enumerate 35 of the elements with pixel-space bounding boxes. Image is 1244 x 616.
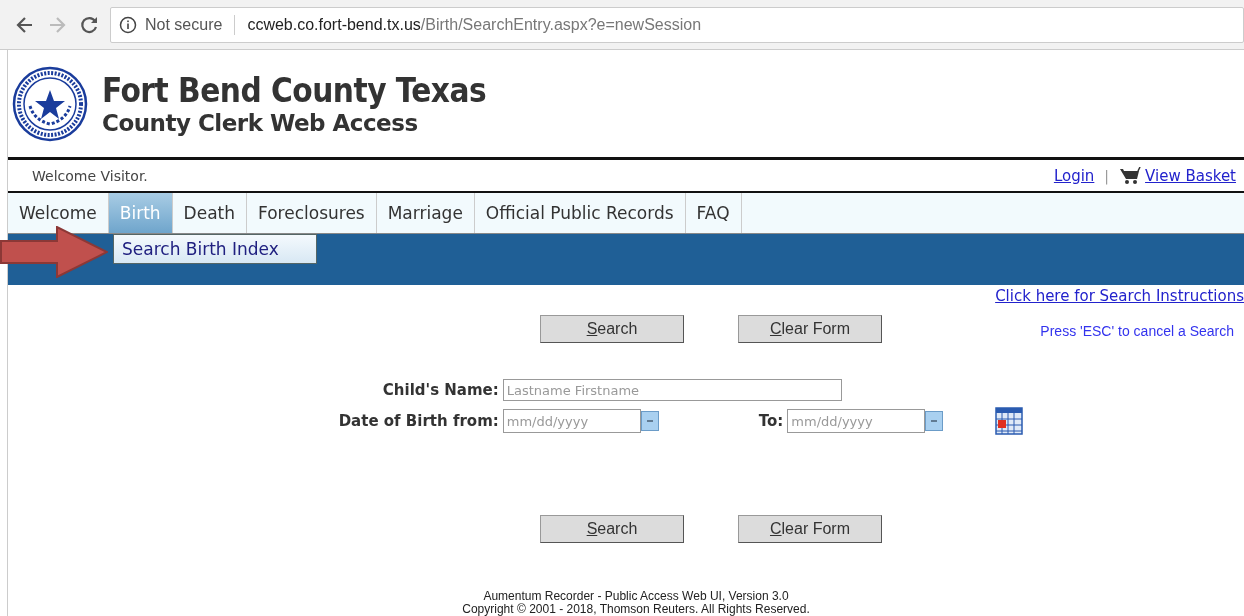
footer-text: Aumentum Recorder - Public Access Web UI, Version 3.0: [482, 590, 790, 603]
clear-form-button[interactable]: Clear Form: [738, 315, 882, 343]
login-link[interactable]: Login: [1053, 166, 1095, 185]
clear-form-button[interactable]: Clear Form: [738, 515, 882, 543]
nav-tab[interactable]: Official Public Records: [474, 193, 686, 233]
date-from-field[interactable]: mm/dd/yyyy: [502, 409, 641, 433]
dob-to-label: To:: [758, 412, 784, 430]
dropdown-icon[interactable]: [925, 411, 944, 431]
address-bar[interactable]: Not secure ccweb.co.fort-bend.tx.us/Birth/SearchEntry.aspx?e=newSession: [110, 6, 1244, 43]
url-text[interactable]: ccweb.co.fort-bend.tx.us/Birth/SearchEntry.aspx?e=newSession: [247, 15, 702, 34]
county-seal-icon: [12, 65, 88, 142]
search-button[interactable]: Search: [540, 315, 684, 343]
info-icon[interactable]: [119, 15, 137, 34]
dob-from-label: Date of Birth from:: [338, 412, 499, 430]
dropdown-icon[interactable]: [640, 411, 659, 431]
separator-text: |: [1104, 167, 1110, 184]
esc-hint: Press 'ESC' to cancel a Search: [1040, 323, 1235, 339]
nav-tab[interactable]: Marriage: [376, 193, 475, 233]
cart-icon: [1119, 166, 1142, 185]
dropdown-menu-item[interactable]: Search Birth Index: [113, 234, 317, 264]
child-name-field[interactable]: Lastname Firstname: [502, 379, 842, 401]
footer-text: Copyright © 2001 - 2018, Thomson Reuters. All Rights Reserved.: [462, 603, 810, 616]
site-subtitle: County Clerk Web Access: [102, 110, 419, 136]
nav-tab[interactable]: Foreclosures: [247, 193, 377, 233]
date-to-field[interactable]: mm/dd/yyyy: [787, 409, 926, 433]
calendar-icon[interactable]: [995, 407, 1024, 435]
nav-tab[interactable]: FAQ: [685, 193, 742, 233]
child-name-label: Child's Name:: [381, 381, 499, 399]
search-instructions-link[interactable]: Click here for Search Instructions: [995, 287, 1244, 305]
security-label: Not secure: [145, 15, 223, 34]
site-title: Fort Bend County Texas: [102, 71, 487, 110]
nav-tab[interactable]: Death: [172, 193, 247, 233]
view-basket-link[interactable]: View Basket: [1145, 166, 1236, 185]
search-button[interactable]: Search: [540, 515, 684, 543]
welcome-text: Welcome Visitor.: [32, 167, 149, 184]
